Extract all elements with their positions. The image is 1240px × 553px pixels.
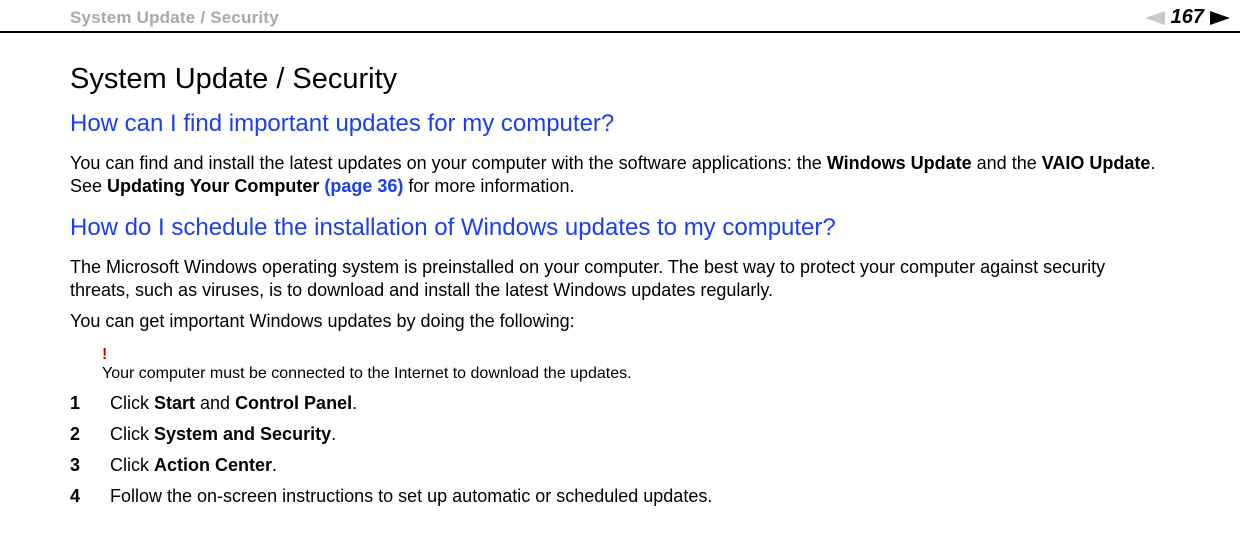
- nav-prev-icon[interactable]: [1145, 11, 1165, 25]
- page-title: System Update / Security: [70, 63, 1170, 96]
- text: Click: [110, 393, 154, 413]
- page-number: 167: [1171, 6, 1204, 29]
- page-nav: 167: [1145, 6, 1230, 29]
- step-number: 2: [70, 424, 110, 445]
- text: Click: [110, 424, 154, 444]
- text: You can find and install the latest upda…: [70, 153, 827, 173]
- term: Action Center: [154, 455, 272, 475]
- step-number: 3: [70, 455, 110, 476]
- text: .: [352, 393, 357, 413]
- text: .: [331, 424, 336, 444]
- text: for more information.: [403, 176, 574, 196]
- text: and: [195, 393, 235, 413]
- text: Follow the on-screen instructions to set…: [110, 486, 712, 506]
- list-item: 1 Click Start and Control Panel.: [70, 393, 1170, 414]
- list-item: 3 Click Action Center.: [70, 455, 1170, 476]
- term-windows-update: Windows Update: [827, 153, 972, 173]
- link-updating-computer-text: Updating Your Computer: [107, 176, 319, 196]
- q2-paragraph-2: You can get important Windows updates by…: [70, 310, 1170, 333]
- step-text: Click System and Security.: [110, 424, 336, 445]
- page-header: System Update / Security 167: [0, 0, 1240, 33]
- warning-note: ! Your computer must be connected to the…: [102, 347, 1170, 383]
- steps-list: 1 Click Start and Control Panel. 2 Click…: [70, 393, 1170, 507]
- nav-next-icon[interactable]: [1210, 11, 1230, 25]
- question-1-heading: How can I find important updates for my …: [70, 110, 1170, 138]
- page-content: System Update / Security How can I find …: [0, 33, 1240, 537]
- step-number: 4: [70, 486, 110, 507]
- term: System and Security: [154, 424, 331, 444]
- q2-paragraph-1: The Microsoft Windows operating system i…: [70, 256, 1170, 302]
- warning-icon: !: [102, 347, 1170, 363]
- list-item: 4 Follow the on-screen instructions to s…: [70, 486, 1170, 507]
- term: Start: [154, 393, 195, 413]
- term: Control Panel: [235, 393, 352, 413]
- step-text: Follow the on-screen instructions to set…: [110, 486, 712, 507]
- step-text: Click Action Center.: [110, 455, 277, 476]
- q1-paragraph: You can find and install the latest upda…: [70, 152, 1170, 198]
- step-number: 1: [70, 393, 110, 414]
- warning-text: Your computer must be connected to the I…: [102, 365, 632, 382]
- text: and the: [972, 153, 1042, 173]
- step-text: Click Start and Control Panel.: [110, 393, 357, 414]
- text: .: [272, 455, 277, 475]
- breadcrumb: System Update / Security: [70, 8, 279, 28]
- text: Click: [110, 455, 154, 475]
- page-link-36[interactable]: (page 36): [319, 176, 403, 196]
- list-item: 2 Click System and Security.: [70, 424, 1170, 445]
- question-2-heading: How do I schedule the installation of Wi…: [70, 214, 1170, 242]
- term-vaio-update: VAIO Update: [1042, 153, 1151, 173]
